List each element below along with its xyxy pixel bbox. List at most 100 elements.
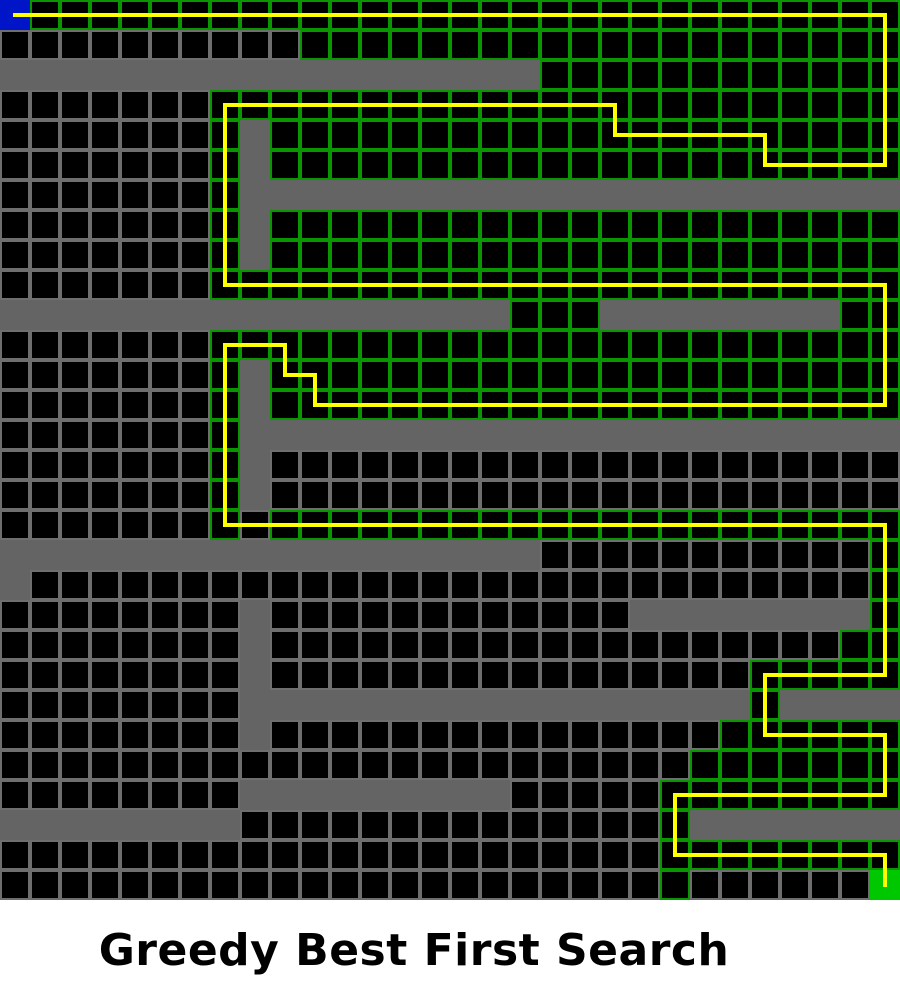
grid-cell	[270, 30, 300, 60]
explored-cell	[540, 240, 570, 270]
grid-cell	[270, 660, 300, 690]
grid-cell	[180, 90, 210, 120]
wall-block	[0, 570, 30, 600]
explored-cell	[420, 120, 450, 150]
grid-cell	[90, 480, 120, 510]
explored-cell	[540, 210, 570, 240]
grid-cell	[0, 450, 30, 480]
grid-cell	[60, 510, 90, 540]
grid-cell	[630, 540, 660, 570]
explored-cell	[660, 330, 690, 360]
grid-cell	[660, 480, 690, 510]
grid-cell	[30, 660, 60, 690]
grid-cell	[150, 870, 180, 900]
grid-cell	[150, 240, 180, 270]
explored-cell	[780, 240, 810, 270]
explored-cell	[330, 240, 360, 270]
explored-cell	[360, 240, 390, 270]
grid-cell	[0, 870, 30, 900]
grid-cell	[570, 720, 600, 750]
wall-block	[240, 120, 270, 270]
grid-cell	[720, 570, 750, 600]
grid-cell	[510, 570, 540, 600]
grid-cell	[120, 600, 150, 630]
grid-cell	[840, 570, 870, 600]
grid-cell	[30, 180, 60, 210]
grid-cell	[30, 240, 60, 270]
grid-cell	[0, 30, 30, 60]
explored-cell	[360, 30, 390, 60]
grid-cell	[510, 480, 540, 510]
explored-cell	[660, 90, 690, 120]
grid-cell	[600, 630, 630, 660]
grid-cell	[120, 660, 150, 690]
grid-cell	[300, 480, 330, 510]
grid-cell	[570, 480, 600, 510]
grid-cell	[120, 30, 150, 60]
grid-cell	[60, 360, 90, 390]
grid-cell	[270, 870, 300, 900]
grid-cell	[270, 630, 300, 660]
explored-cell	[570, 300, 600, 330]
grid-cell	[630, 450, 660, 480]
grid-cell	[90, 510, 120, 540]
grid-cell	[180, 420, 210, 450]
grid-cell	[480, 840, 510, 870]
grid-cell	[660, 720, 690, 750]
grid-cell	[330, 750, 360, 780]
explored-cell	[780, 120, 810, 150]
grid-cell	[330, 480, 360, 510]
grid-cell	[420, 750, 450, 780]
grid-cell	[30, 480, 60, 510]
grid-cell	[390, 660, 420, 690]
title-caption: Greedy Best First Search	[0, 900, 900, 1000]
grid-cell	[270, 600, 300, 630]
grid-cell	[270, 720, 300, 750]
explored-cell	[450, 150, 480, 180]
grid-cell	[90, 330, 120, 360]
grid-cell	[90, 600, 120, 630]
grid-cell	[30, 720, 60, 750]
grid-cell	[720, 630, 750, 660]
grid-cell	[570, 660, 600, 690]
explored-cell	[540, 60, 570, 90]
explored-cell	[420, 360, 450, 390]
grid-cell	[270, 480, 300, 510]
grid-cell	[0, 780, 30, 810]
explored-cell	[840, 750, 870, 780]
grid-cell	[180, 750, 210, 780]
explored-cell	[510, 360, 540, 390]
grid-cell	[150, 570, 180, 600]
explored-cell	[420, 330, 450, 360]
grid-cell	[30, 750, 60, 780]
grid-cell	[600, 780, 630, 810]
grid-cell	[360, 720, 390, 750]
grid-cell	[90, 660, 120, 690]
grid-cell	[660, 570, 690, 600]
explored-cell	[720, 90, 750, 120]
explored-cell	[360, 330, 390, 360]
explored-cell	[810, 360, 840, 390]
grid-cell	[120, 750, 150, 780]
grid-cell	[180, 210, 210, 240]
explored-cell	[600, 60, 630, 90]
grid-cell	[120, 90, 150, 120]
wall-block	[630, 600, 870, 630]
wall-block	[0, 60, 540, 90]
grid-cell	[750, 450, 780, 480]
explored-cell	[540, 330, 570, 360]
grid-cell	[480, 750, 510, 780]
wall-block	[0, 300, 510, 330]
explored-cell	[330, 30, 360, 60]
grid-cell	[570, 450, 600, 480]
grid-cell	[90, 270, 120, 300]
explored-cell	[660, 360, 690, 390]
grid-cell	[690, 630, 720, 660]
grid-cell	[420, 480, 450, 510]
explored-cell	[600, 210, 630, 240]
grid-cell	[30, 870, 60, 900]
grid-cell	[540, 840, 570, 870]
grid-cell	[570, 600, 600, 630]
explored-cell	[690, 90, 720, 120]
grid-cell	[360, 480, 390, 510]
